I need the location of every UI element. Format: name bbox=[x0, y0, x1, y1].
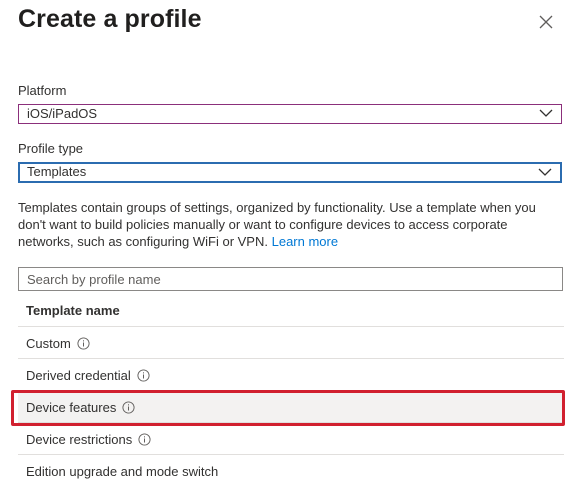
table-row-derived-credential[interactable]: Derived credential bbox=[18, 359, 564, 391]
chevron-down-icon bbox=[539, 109, 553, 117]
info-icon[interactable] bbox=[122, 401, 135, 414]
table-row-edition-upgrade[interactable]: Edition upgrade and mode switch bbox=[18, 455, 564, 487]
profile-type-dropdown[interactable]: Templates bbox=[18, 162, 562, 183]
column-header-template-name: Template name bbox=[26, 303, 120, 318]
table-row-device-restrictions[interactable]: Device restrictions bbox=[18, 423, 564, 455]
info-icon[interactable] bbox=[137, 369, 150, 382]
info-icon[interactable] bbox=[138, 433, 151, 446]
chevron-down-icon bbox=[538, 168, 552, 176]
info-icon[interactable] bbox=[77, 337, 90, 350]
table-row-custom[interactable]: Custom bbox=[18, 327, 564, 359]
row-label: Edition upgrade and mode switch bbox=[26, 464, 219, 479]
page-title: Create a profile bbox=[18, 5, 202, 33]
platform-label: Platform bbox=[18, 83, 67, 98]
row-label: Device features bbox=[26, 400, 135, 415]
row-label: Derived credential bbox=[26, 368, 150, 383]
profile-type-label: Profile type bbox=[18, 141, 84, 156]
profile-type-value: Templates bbox=[27, 164, 87, 179]
learn-more-link[interactable]: Learn more bbox=[272, 234, 338, 249]
templates-description: Templates contain groups of settings, or… bbox=[18, 199, 564, 250]
row-label: Device restrictions bbox=[26, 432, 151, 447]
close-button[interactable] bbox=[536, 12, 556, 32]
table-row-device-features[interactable]: Device features bbox=[18, 391, 564, 423]
row-label: Custom bbox=[26, 336, 90, 351]
create-profile-panel: Create a profile Platform iOS/iPadOS Pro… bbox=[0, 0, 584, 497]
platform-dropdown[interactable]: iOS/iPadOS bbox=[18, 104, 562, 124]
search-input[interactable] bbox=[18, 267, 563, 291]
template-table-header: Template name bbox=[18, 296, 564, 327]
platform-value: iOS/iPadOS bbox=[27, 106, 98, 121]
close-icon bbox=[539, 15, 553, 29]
